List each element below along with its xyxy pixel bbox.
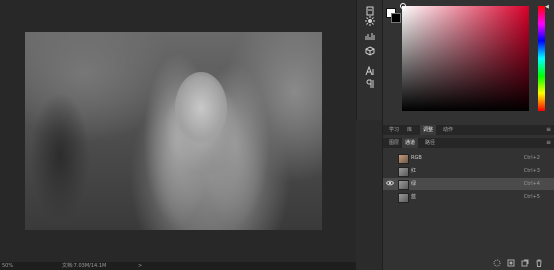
tab-channels[interactable]: 通道: [402, 138, 419, 148]
visibility-eye-icon[interactable]: [386, 180, 394, 188]
channel-name: 蓝: [411, 194, 417, 200]
document-image[interactable]: [25, 32, 322, 230]
channel-thumbnail: [398, 154, 409, 164]
tab-learn[interactable]: 学习: [389, 125, 399, 135]
zoom-level[interactable]: 50%: [2, 262, 13, 270]
load-selection-icon[interactable]: [493, 259, 501, 269]
adjustments-tab-row: 学习 库 调整 动作 ≡: [383, 125, 554, 135]
channel-thumbnail: [398, 180, 409, 190]
save-selection-icon[interactable]: [507, 259, 515, 269]
histogram-icon[interactable]: [357, 31, 383, 43]
channel-thumbnail: [398, 167, 409, 177]
channel-shortcut: Ctrl+4: [523, 181, 540, 187]
channel-row-blue[interactable]: 蓝 Ctrl+5: [383, 191, 554, 203]
channel-shortcut: Ctrl+3: [523, 168, 540, 174]
channel-name: 红: [411, 168, 417, 174]
delete-icon[interactable]: [535, 259, 543, 269]
color-picker-field[interactable]: [402, 6, 529, 111]
paragraph-icon[interactable]: [357, 79, 383, 91]
layers-tab-row: 图层 通道 路径 ≡: [383, 138, 554, 148]
panel-menu-icon[interactable]: ≡: [546, 138, 551, 148]
tab-layers[interactable]: 图层: [389, 138, 399, 148]
tab-adjustments[interactable]: 调整: [420, 125, 437, 135]
document-canvas-area[interactable]: [0, 0, 356, 262]
channel-shortcut: Ctrl+5: [523, 194, 540, 200]
brush-settings-icon[interactable]: [357, 16, 383, 28]
shadow-left: [30, 92, 90, 222]
hue-slider[interactable]: [538, 6, 545, 111]
panel-menu-icon[interactable]: ≡: [546, 125, 551, 135]
channel-thumbnail: [398, 193, 409, 203]
tab-libraries[interactable]: 库: [407, 125, 412, 135]
channel-name: 绿: [411, 181, 417, 187]
panel-icon-strip: [356, 0, 383, 120]
channel-row-rgb[interactable]: RGB Ctrl+2: [383, 152, 554, 164]
character-icon[interactable]: [357, 65, 383, 78]
channel-row-green[interactable]: 绿 Ctrl+4: [383, 178, 554, 190]
tab-paths[interactable]: 路径: [425, 138, 435, 148]
hue-slider-marker[interactable]: ◀: [545, 4, 549, 10]
channel-name: RGB: [411, 155, 422, 161]
status-bar: 50% 文档:7.03M/14.1M >: [0, 262, 356, 270]
document-size: 文档:7.03M/14.1M: [62, 263, 107, 269]
channel-row-red[interactable]: 红 Ctrl+3: [383, 165, 554, 177]
tab-actions[interactable]: 动作: [443, 125, 453, 135]
channels-footer: [383, 258, 554, 270]
channel-shortcut: Ctrl+2: [523, 155, 540, 161]
face: [175, 72, 227, 144]
3d-cube-icon[interactable]: [357, 46, 383, 58]
status-menu-arrow[interactable]: >: [138, 262, 142, 270]
background-color-swatch[interactable]: [391, 13, 401, 23]
new-channel-icon[interactable]: [521, 259, 529, 269]
color-picker-marker[interactable]: [400, 3, 406, 9]
